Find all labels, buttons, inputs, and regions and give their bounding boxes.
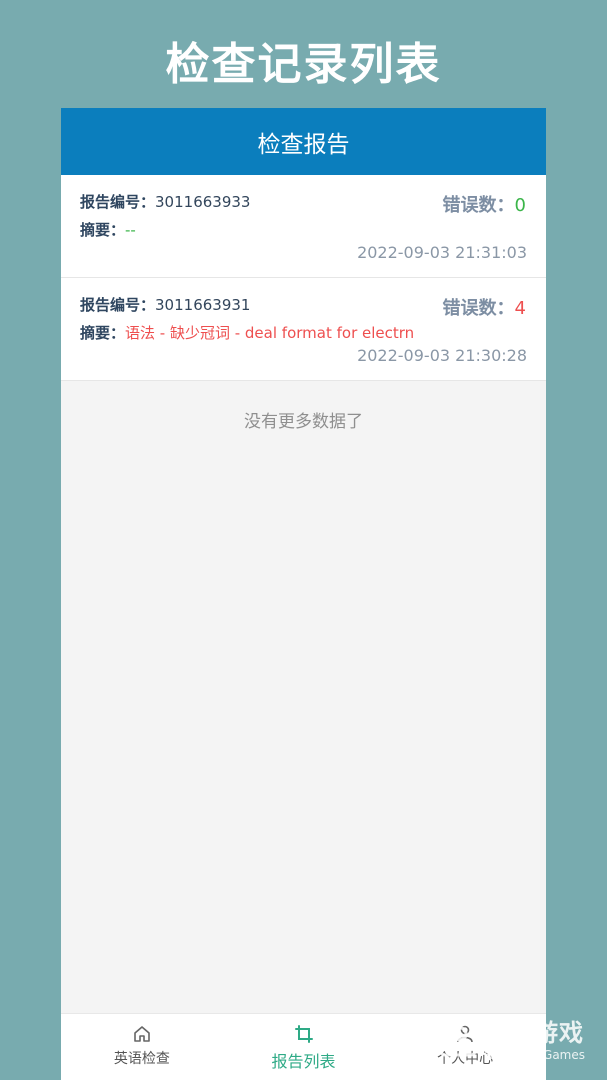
tab-english-check[interactable]: 英语检查 <box>61 1014 223 1080</box>
tab-report-list[interactable]: 报告列表 <box>223 1014 385 1080</box>
report-card[interactable]: 报告编号：3011663931 错误数：4 摘要：语法 - 缺少冠词 - dea… <box>61 278 546 381</box>
tab-label: 英语检查 <box>113 1051 170 1067</box>
report-timestamp: 2022-09-03 21:30:28 <box>357 346 527 365</box>
crop-icon <box>294 1025 313 1043</box>
report-id-label: 报告编号： <box>80 296 156 314</box>
summary-label: 摘要： <box>80 221 126 239</box>
promo-title: 检查记录列表 <box>165 39 442 90</box>
report-id-value: 3011663933 <box>155 193 251 211</box>
error-count-row: 错误数：0 <box>443 191 526 217</box>
app-screen: 检查报告 报告编号：3011663933 错误数：0 摘要：-- 2022-09… <box>61 108 546 1080</box>
tab-label: 报告列表 <box>271 1052 336 1071</box>
page-header: 检查报告 <box>61 108 546 175</box>
watermark-title: 仍玩游戏 <box>484 1019 585 1047</box>
summary-row: 摘要：语法 - 缺少冠词 - deal format for electrn <box>80 322 414 343</box>
list-end-text: 没有更多数据了 <box>244 412 363 432</box>
watermark: 仍玩游戏 Rengwan Games <box>438 1013 585 1062</box>
report-id-value: 3011663931 <box>155 296 251 314</box>
report-card[interactable]: 报告编号：3011663933 错误数：0 摘要：-- 2022-09-03 2… <box>61 175 546 278</box>
watermark-logo-icon <box>439 1019 477 1056</box>
summary-label: 摘要： <box>80 324 126 342</box>
report-id-row: 报告编号：3011663931 <box>80 294 250 315</box>
error-count-label: 错误数： <box>442 298 515 319</box>
home-icon <box>134 1026 150 1042</box>
summary-text: -- <box>125 221 136 239</box>
report-timestamp: 2022-09-03 21:31:03 <box>357 243 527 262</box>
error-count-value: 4 <box>514 298 526 319</box>
page-title: 检查报告 <box>257 131 350 158</box>
watermark-subtitle: Rengwan Games <box>484 1048 585 1062</box>
summary-row: 摘要：-- <box>80 219 136 240</box>
error-count-row: 错误数：4 <box>443 294 526 320</box>
report-id-label: 报告编号： <box>80 193 156 211</box>
error-count-value: 0 <box>514 195 526 216</box>
error-count-label: 错误数： <box>442 195 515 216</box>
summary-text: 语法 - 缺少冠词 - deal format for electrn <box>125 324 415 342</box>
report-id-row: 报告编号：3011663933 <box>80 191 250 212</box>
